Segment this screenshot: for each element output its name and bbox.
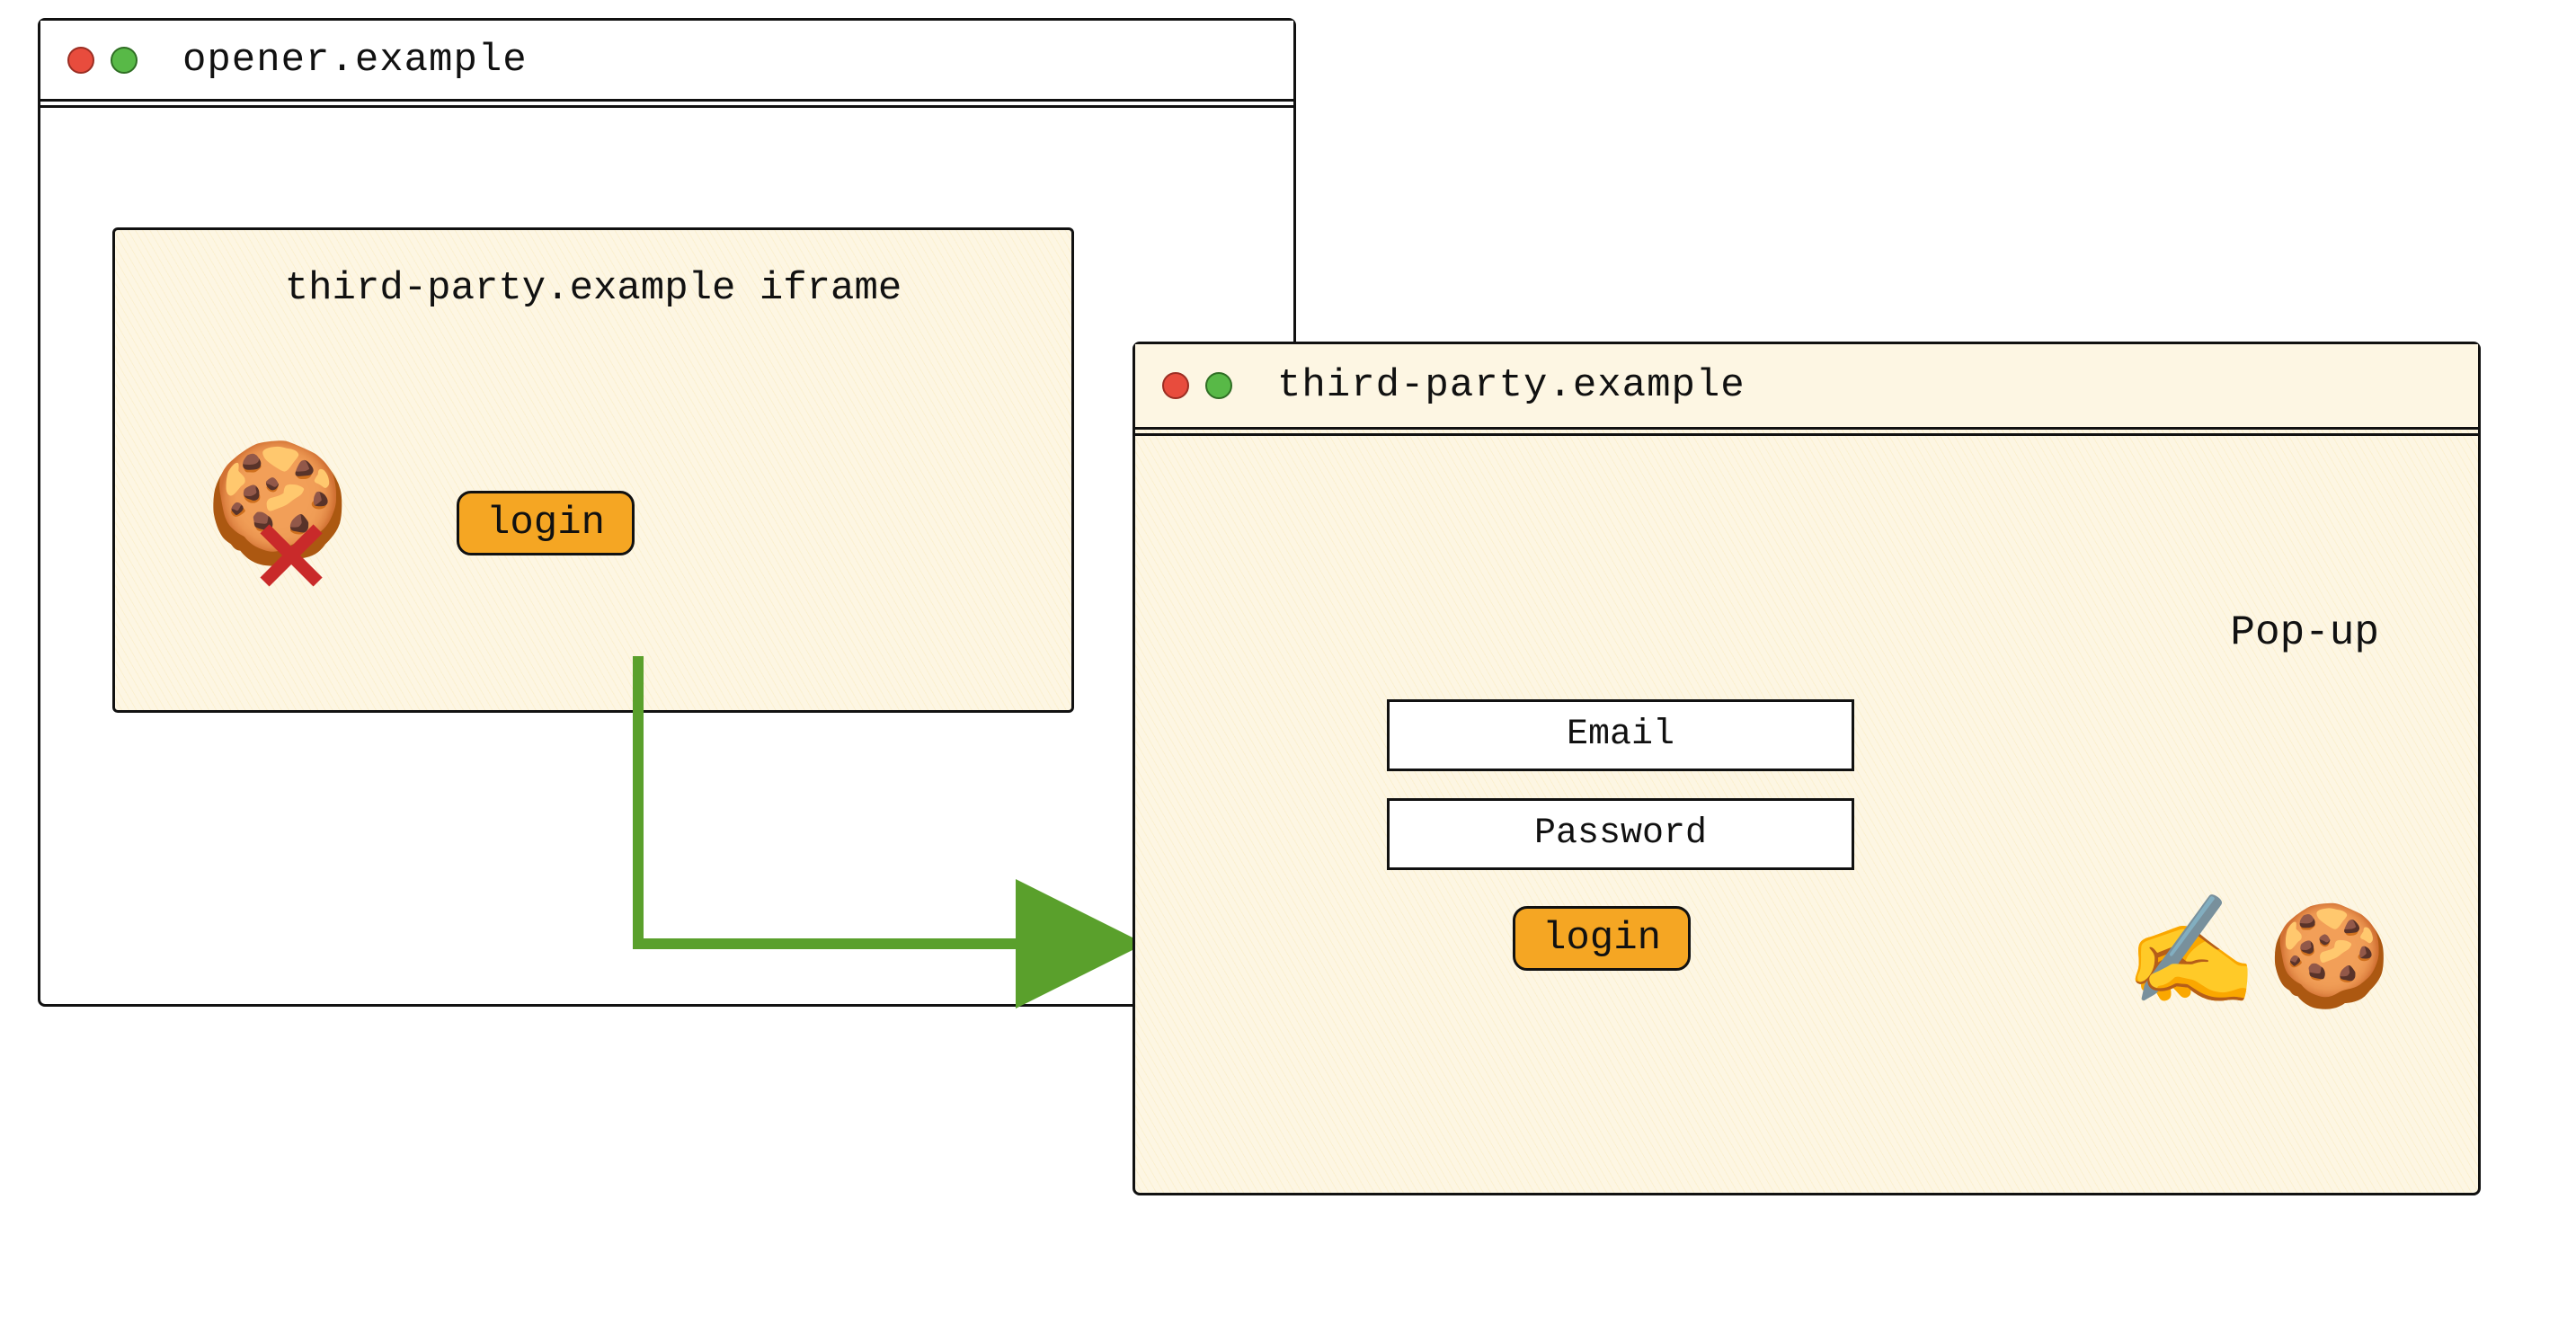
password-field[interactable]: Password bbox=[1387, 798, 1854, 870]
window-controls bbox=[1162, 372, 1232, 399]
blocked-cross-icon: ✕ bbox=[250, 509, 333, 608]
minimize-icon[interactable] bbox=[1205, 372, 1232, 399]
third-party-iframe: third-party.example iframe 🍪 ✕ login bbox=[112, 227, 1074, 713]
close-icon[interactable] bbox=[1162, 372, 1189, 399]
popup-label: Pop-up bbox=[2230, 609, 2379, 656]
opener-titlebar: opener.example bbox=[40, 21, 1293, 102]
popup-login-button[interactable]: login bbox=[1513, 906, 1691, 971]
opener-window: opener.example third-party.example ifram… bbox=[38, 18, 1296, 1007]
minimize-icon[interactable] bbox=[111, 47, 138, 74]
iframe-login-button[interactable]: login bbox=[457, 491, 635, 555]
iframe-label: third-party.example iframe bbox=[115, 266, 1071, 311]
popup-titlebar: third-party.example bbox=[1135, 344, 2478, 430]
cookie-icon: 🍪 bbox=[2268, 915, 2391, 1014]
close-icon[interactable] bbox=[67, 47, 94, 74]
window-controls bbox=[67, 47, 138, 74]
opener-title: opener.example bbox=[182, 38, 528, 83]
popup-title: third-party.example bbox=[1277, 363, 1745, 408]
popup-window: third-party.example Pop-up Email Passwor… bbox=[1133, 342, 2481, 1195]
email-field[interactable]: Email bbox=[1387, 699, 1854, 771]
writing-hand-icon: ✍️ bbox=[2124, 906, 2258, 1014]
